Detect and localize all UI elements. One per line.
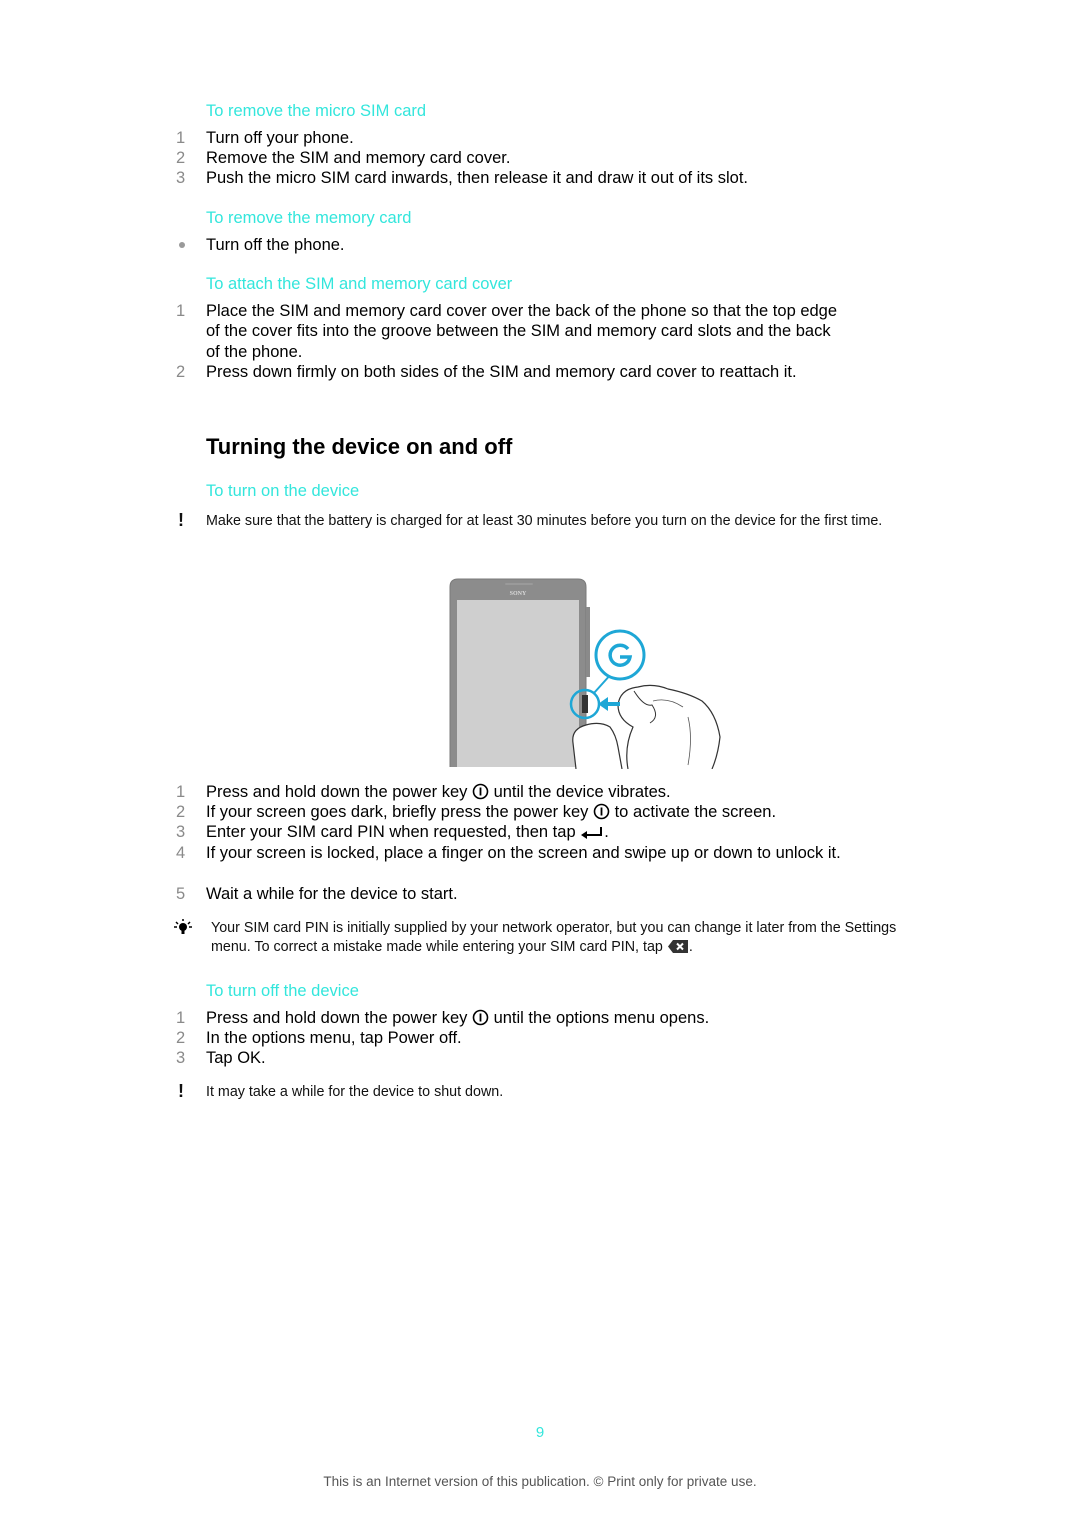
step-number: 3 <box>176 823 186 841</box>
ui-term-ok: OK <box>237 1049 262 1067</box>
brand-label: SONY <box>510 591 527 597</box>
step-number: 2 <box>176 1029 186 1047</box>
exclamation-icon: ! <box>178 1081 184 1101</box>
heading-remove-memory: To remove the memory card <box>206 209 412 227</box>
heading-attach-cover: To attach the SIM and memory card cover <box>206 275 513 293</box>
step-number: 1 <box>176 129 186 147</box>
step-number: 4 <box>176 844 186 862</box>
heading-turn-on: To turn on the device <box>206 482 360 500</box>
ui-term-power-off: Power off <box>387 1029 458 1047</box>
bullet-text: Turn off the phone. <box>206 236 345 254</box>
step-text: Turn off your phone. <box>206 129 354 147</box>
bullet-dot <box>179 242 185 248</box>
lightbulb-icon <box>173 919 193 943</box>
footer-notice: This is an Internet version of this publ… <box>323 1474 757 1489</box>
warning-text: Make sure that the battery is charged fo… <box>206 513 883 529</box>
step-number: 3 <box>176 169 186 187</box>
tip-text: Your SIM card PIN is initially supplied … <box>211 919 901 960</box>
backspace-icon <box>667 939 689 960</box>
step-text: Press down firmly on both sides of the S… <box>206 363 797 381</box>
step-text: If your screen is locked, place a finger… <box>206 844 841 862</box>
step-number: 5 <box>176 885 186 903</box>
step-text: Enter your SIM card PIN when requested, … <box>206 822 866 845</box>
step-text: Wait a while for the device to start. <box>206 885 458 903</box>
page-number: 9 <box>535 1424 545 1441</box>
step-text: Remove the SIM and memory card cover. <box>206 149 511 167</box>
step-number: 2 <box>176 149 186 167</box>
step-number: 1 <box>176 1009 186 1027</box>
exclamation-icon: ! <box>178 510 184 530</box>
power-key-illustration: SONY <box>448 577 728 770</box>
warning-text: It may take a while for the device to sh… <box>206 1084 504 1100</box>
step-number: 3 <box>176 1049 186 1067</box>
step-number: 2 <box>176 803 186 821</box>
step-number: 2 <box>176 363 186 381</box>
step-number: 1 <box>176 783 186 801</box>
step-text: Tap OK. <box>206 1049 266 1067</box>
step-text: Place the SIM and memory card cover over… <box>206 302 838 361</box>
heading-remove-sim: To remove the micro SIM card <box>206 102 427 120</box>
step-text: In the options menu, tap Power off. <box>206 1029 462 1047</box>
section-title: Turning the device on and off <box>206 434 513 459</box>
step-text: Push the micro SIM card inwards, then re… <box>206 169 748 187</box>
step-number: 1 <box>176 302 186 320</box>
heading-turn-off: To turn off the device <box>206 982 359 1000</box>
